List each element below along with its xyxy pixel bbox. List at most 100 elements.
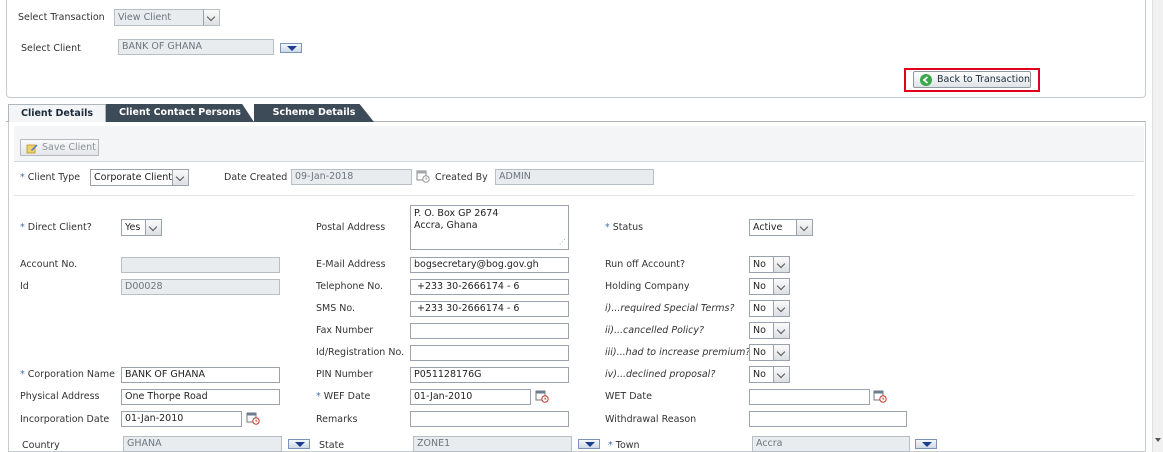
fax-input[interactable] bbox=[410, 323, 569, 339]
wet-date-label: WET Date bbox=[605, 391, 652, 402]
country-input: GHANA bbox=[123, 436, 282, 452]
account-no-label: Account No. bbox=[20, 259, 78, 270]
state-lov-icon[interactable] bbox=[578, 439, 600, 449]
calendar-icon[interactable] bbox=[873, 389, 887, 403]
country-label: Country bbox=[22, 440, 60, 451]
increase-premium-label: iii)...had to increase premium? bbox=[605, 347, 751, 358]
holding-company-dropdown[interactable]: No bbox=[749, 278, 790, 295]
sms-input[interactable]: +233 30-2666174 - 6 bbox=[410, 301, 569, 317]
postal-address-textarea[interactable]: P. O. Box GP 2674 Accra, Ghana ⋰ bbox=[410, 205, 569, 250]
special-terms-value: No bbox=[753, 303, 766, 314]
pin-label: PIN Number bbox=[316, 369, 373, 380]
remarks-input[interactable] bbox=[410, 411, 569, 427]
remarks-label: Remarks bbox=[316, 414, 358, 425]
client-type-label: * Client Type bbox=[20, 172, 80, 184]
chevron-down-icon bbox=[773, 257, 789, 272]
save-client-label: Save Client bbox=[42, 142, 96, 153]
sms-label: SMS No. bbox=[316, 303, 356, 314]
tab-client-details[interactable]: Client Details bbox=[8, 104, 106, 123]
email-label: E-Mail Address bbox=[316, 259, 386, 270]
physical-address-label: Physical Address bbox=[20, 391, 100, 402]
chevron-down-icon bbox=[773, 301, 789, 316]
run-off-account-dropdown[interactable]: No bbox=[749, 256, 790, 273]
holding-company-value: No bbox=[753, 281, 766, 292]
telephone-label: Telephone No. bbox=[316, 281, 384, 292]
special-terms-dropdown[interactable]: No bbox=[749, 300, 790, 317]
chevron-down-icon bbox=[773, 279, 789, 294]
country-lov-icon[interactable] bbox=[288, 439, 310, 449]
status-label-text: Status bbox=[612, 222, 644, 233]
calendar-icon[interactable] bbox=[535, 389, 549, 403]
corporation-name-label: * Corporation Name bbox=[20, 369, 115, 381]
wef-date-label: * WEF Date bbox=[316, 391, 370, 403]
physical-address-input[interactable]: One Thorpe Road bbox=[121, 389, 280, 405]
back-to-transaction-button[interactable]: Back to Transaction bbox=[913, 71, 1031, 88]
fax-label: Fax Number bbox=[316, 325, 374, 336]
calendar-icon[interactable] bbox=[416, 169, 430, 183]
chevron-down-icon bbox=[773, 367, 789, 382]
holding-company-label: Holding Company bbox=[605, 281, 690, 292]
edit-icon bbox=[26, 142, 38, 154]
required-marker: * bbox=[316, 391, 321, 402]
increase-premium-value: No bbox=[753, 347, 766, 358]
resize-handle-icon[interactable]: ⋰ bbox=[559, 236, 566, 248]
withdrawal-reason-label: Withdrawal Reason bbox=[605, 414, 697, 425]
direct-client-dropdown[interactable]: Yes bbox=[121, 219, 162, 236]
postal-address-line1: P. O. Box GP 2674 bbox=[414, 208, 499, 219]
email-input[interactable]: bogsecretary@bog.gov.gh bbox=[410, 257, 569, 273]
calendar-icon[interactable] bbox=[246, 411, 260, 425]
save-client-button[interactable]: Save Client bbox=[20, 139, 99, 156]
run-off-account-value: No bbox=[753, 259, 766, 270]
vertical-scrollbar[interactable] bbox=[1152, 0, 1163, 452]
id-registration-input[interactable] bbox=[410, 345, 569, 361]
wef-date-input[interactable]: 01-Jan-2010 bbox=[410, 389, 531, 405]
tab-scheme-details[interactable]: Scheme Details bbox=[254, 104, 374, 122]
select-transaction-dropdown[interactable]: View Client bbox=[114, 9, 220, 26]
postal-address-line2: Accra, Ghana bbox=[414, 220, 478, 231]
corporation-name-input[interactable]: BANK OF GHANA bbox=[121, 367, 280, 383]
withdrawal-reason-input[interactable] bbox=[749, 411, 907, 427]
select-client-lov-icon[interactable] bbox=[280, 43, 302, 53]
telephone-input[interactable]: +233 30-2666174 - 6 bbox=[410, 279, 569, 295]
client-type-dropdown[interactable]: Corporate Client bbox=[90, 169, 189, 186]
status-dropdown[interactable]: Active bbox=[749, 219, 813, 236]
chevron-down-icon bbox=[172, 170, 188, 185]
state-input: ZONE1 bbox=[413, 436, 572, 452]
cancelled-policy-dropdown[interactable]: No bbox=[749, 322, 790, 339]
select-transaction-label: Select Transaction bbox=[18, 12, 105, 23]
cancelled-policy-value: No bbox=[753, 325, 766, 336]
increase-premium-dropdown[interactable]: No bbox=[749, 344, 790, 361]
town-lov-icon[interactable] bbox=[915, 439, 937, 449]
chevron-down-icon bbox=[203, 10, 219, 25]
id-registration-label: Id/Registration No. bbox=[316, 347, 405, 358]
direct-client-label-text: Direct Client? bbox=[27, 222, 92, 233]
select-client-label: Select Client bbox=[21, 43, 81, 54]
wet-date-input[interactable] bbox=[749, 389, 870, 405]
corporation-name-label-text: Corporation Name bbox=[27, 369, 115, 380]
town-label: * Town bbox=[608, 440, 640, 452]
back-arrow-icon bbox=[920, 74, 932, 86]
required-marker: * bbox=[608, 440, 613, 451]
select-client-input[interactable]: BANK OF GHANA bbox=[118, 39, 274, 55]
incorporation-date-label: Incorporation Date bbox=[20, 414, 110, 425]
client-type-value: Corporate Client bbox=[94, 172, 173, 183]
required-marker: * bbox=[20, 222, 25, 233]
chevron-down-icon bbox=[773, 345, 789, 360]
direct-client-value: Yes bbox=[125, 222, 141, 233]
town-label-text: Town bbox=[615, 440, 640, 451]
status-value: Active bbox=[753, 222, 783, 233]
declined-proposal-dropdown[interactable]: No bbox=[749, 366, 790, 383]
date-created-input: 09-Jan-2018 bbox=[291, 169, 412, 185]
id-input: D00028 bbox=[121, 279, 280, 295]
back-to-transaction-label: Back to Transaction bbox=[937, 74, 1030, 85]
declined-proposal-value: No bbox=[753, 369, 766, 380]
client-type-label-text: Client Type bbox=[27, 172, 81, 183]
account-no-input bbox=[121, 257, 280, 273]
pin-input[interactable]: P051128176G bbox=[410, 367, 569, 383]
tab-client-contact-persons[interactable]: Client Contact Persons bbox=[106, 104, 254, 122]
wef-date-label-text: WEF Date bbox=[323, 391, 371, 402]
incorporation-date-input[interactable]: 01-Jan-2010 bbox=[121, 411, 242, 427]
required-marker: * bbox=[20, 172, 25, 183]
scroll-down-icon[interactable] bbox=[1155, 438, 1161, 442]
required-marker: * bbox=[605, 222, 610, 233]
